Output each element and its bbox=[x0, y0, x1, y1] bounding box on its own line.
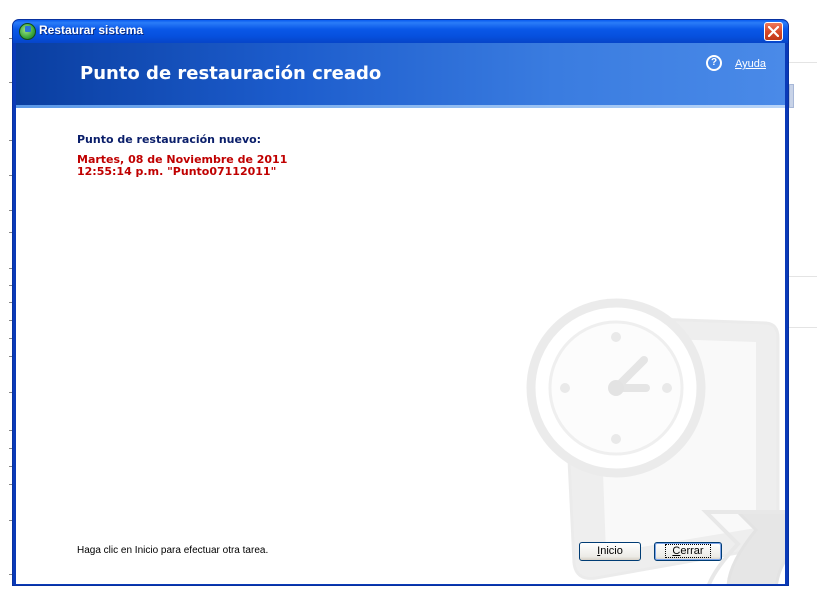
wizard-content: Punto de restauración nuevo: Martes, 08 … bbox=[16, 108, 785, 584]
system-restore-window: Restaurar sistema Punto de restauración … bbox=[12, 19, 789, 586]
background-page-right bbox=[789, 0, 817, 596]
close-button[interactable] bbox=[764, 22, 783, 41]
page-title: Punto de restauración creado bbox=[80, 63, 382, 84]
cerrar-focus: Cerrar bbox=[665, 544, 711, 558]
title-bar[interactable]: Restaurar sistema bbox=[13, 20, 788, 43]
inicio-button[interactable]: Inicio bbox=[579, 542, 641, 561]
restore-clock-watermark bbox=[526, 298, 785, 584]
wizard-header: Punto de restauración creado ? Ayuda bbox=[16, 43, 785, 105]
inicio-label: nicio bbox=[600, 545, 623, 557]
cerrar-button[interactable]: Cerrar bbox=[654, 542, 722, 561]
cerrar-label: errar bbox=[680, 545, 704, 557]
window-title: Restaurar sistema bbox=[39, 23, 144, 37]
restore-point-time: 12:55:14 p.m. "Punto07112011" bbox=[77, 165, 277, 178]
help-icon[interactable]: ? bbox=[706, 55, 722, 71]
system-restore-icon bbox=[19, 23, 36, 40]
restore-point-label: Punto de restauración nuevo: bbox=[77, 133, 262, 146]
close-icon bbox=[768, 26, 779, 37]
footer-instruction: Haga clic en Inicio para efectuar otra t… bbox=[77, 545, 269, 556]
help-link[interactable]: Ayuda bbox=[735, 58, 766, 70]
